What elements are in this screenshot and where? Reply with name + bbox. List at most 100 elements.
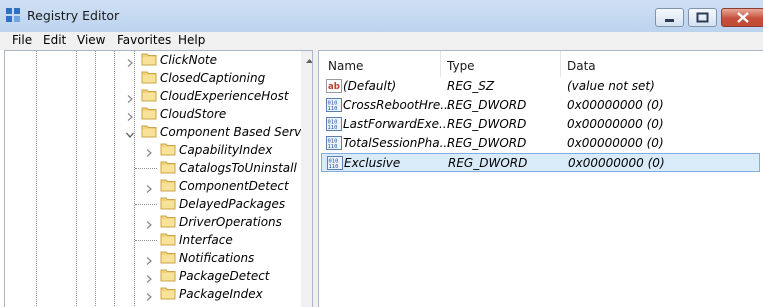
value-type: REG_SZ (447, 79, 495, 93)
svg-text:110: 110 (328, 106, 338, 112)
value-type: REG_DWORD (447, 98, 527, 112)
tree-connector-line (135, 168, 157, 169)
expand-chevron-icon[interactable] (126, 110, 134, 121)
tree-item[interactable]: Notifications (5, 250, 301, 268)
tree-item[interactable]: Component Based Servici (5, 124, 312, 142)
tree-item[interactable]: ClickNote (5, 52, 301, 70)
folder-icon (141, 106, 157, 120)
tree-item[interactable]: DriverOperations (5, 214, 301, 232)
tree-item-label: Component Based Servici (160, 125, 313, 139)
folder-icon (160, 196, 176, 210)
tree-item-label: ClosedCaptioning (160, 71, 266, 85)
dword-value-icon: 010 110 (326, 97, 342, 113)
values-pane[interactable]: Name Type Data ab (Default) REG_SZ (value n… (318, 50, 763, 307)
value-name: LastForwardExe... (343, 117, 451, 131)
folder-icon (160, 232, 176, 246)
folder-icon (160, 250, 176, 264)
tree-item[interactable]: CloudStore (5, 106, 301, 124)
scroll-up-icon[interactable] (301, 53, 313, 70)
menu-favorites[interactable]: Favorites (117, 33, 171, 47)
menu-view[interactable]: View (77, 33, 105, 47)
folder-icon (160, 178, 176, 192)
value-type: REG_DWORD (447, 117, 527, 131)
dword-value-icon: 010 110 (327, 155, 343, 171)
tree-item[interactable]: PackageIndex (5, 286, 301, 304)
value-data: 0x00000000 (0) (568, 156, 665, 170)
value-type: REG_DWORD (447, 136, 527, 150)
tree-item[interactable]: CatalogsToUninstall (5, 160, 301, 178)
tree-item-label: Interface (179, 233, 233, 247)
registry-value-row[interactable]: ab (Default) REG_SZ (value not set) (321, 77, 760, 96)
value-name: TotalSessionPha... (343, 136, 452, 150)
tree-item[interactable]: CapabilityIndex (5, 142, 301, 160)
value-type: REG_DWORD (448, 156, 528, 170)
value-data: 0x00000000 (0) (567, 98, 664, 112)
svg-text:110: 110 (328, 144, 338, 150)
svg-text:110: 110 (328, 125, 338, 131)
tree-scrollbar[interactable] (301, 51, 313, 307)
tree-item-label: CloudStore (160, 107, 227, 121)
tree-connector-line (135, 240, 157, 241)
expand-chevron-icon[interactable] (145, 182, 153, 193)
menu-edit[interactable]: Edit (43, 33, 66, 47)
folder-icon (160, 268, 176, 282)
tree-item-label: ComponentDetect (179, 179, 289, 193)
tree-item-label: ClickNote (160, 53, 217, 67)
dword-value-icon: 010 110 (326, 116, 342, 132)
value-name: CrossRebootHre... (343, 98, 452, 112)
registry-editor-icon (6, 8, 20, 22)
folder-icon (141, 70, 157, 84)
expand-chevron-icon[interactable] (126, 92, 134, 103)
minimize-button[interactable] (655, 8, 684, 27)
expand-chevron-icon[interactable] (145, 146, 153, 157)
close-icon (737, 12, 749, 23)
menu-help[interactable]: Help (178, 33, 205, 47)
tree-item-label: PackageDetect (179, 269, 270, 283)
key-tree-pane[interactable]: ClickNote ClosedCaptioning CloudExperience… (4, 50, 313, 307)
folder-icon (141, 88, 157, 102)
expand-chevron-icon[interactable] (145, 290, 153, 301)
tree-item-label: CloudExperienceHost (160, 89, 289, 103)
tree-item[interactable]: Interface (5, 232, 301, 250)
tree-item-label: CapabilityIndex (179, 143, 273, 157)
column-header-data[interactable]: Data (567, 59, 596, 73)
registry-value-row[interactable]: 010 110 Exclusive REG_DWORD 0x00000000 (0) (321, 153, 760, 172)
value-name: (Default) (343, 79, 397, 93)
column-separator[interactable] (440, 51, 441, 77)
title-bar: Registry Editor (0, 0, 763, 32)
menu-file[interactable]: File (12, 33, 32, 47)
expand-chevron-icon[interactable] (145, 254, 153, 265)
menu-bar: File Edit View Favorites Help (0, 32, 763, 50)
tree-item[interactable]: ClosedCaptioning (5, 70, 301, 88)
folder-icon (160, 214, 176, 228)
registry-value-row[interactable]: 010 110 CrossRebootHre... REG_DWORD 0x000000… (321, 96, 760, 115)
tree-item-label: DelayedPackages (179, 197, 286, 211)
folder-icon (141, 52, 157, 66)
folder-icon (160, 160, 176, 174)
tree-item[interactable]: PackageDetect (5, 268, 301, 286)
tree-item[interactable]: DelayedPackages (5, 196, 301, 214)
column-header-name[interactable]: Name (328, 59, 363, 73)
tree-item[interactable]: ComponentDetect (5, 178, 301, 196)
registry-value-row[interactable]: 010 110 TotalSessionPha... REG_DWORD 0x00000… (321, 134, 760, 153)
dword-value-icon: 010 110 (326, 135, 342, 151)
column-separator[interactable] (560, 51, 561, 77)
expand-chevron-icon[interactable] (145, 218, 153, 229)
maximize-button[interactable] (688, 8, 717, 27)
expand-chevron-icon[interactable] (145, 272, 153, 283)
registry-value-row[interactable]: 010 110 LastForwardExe... REG_DWORD 0x000000… (321, 115, 760, 134)
column-header-type[interactable]: Type (447, 59, 475, 73)
tree-item-label: DriverOperations (179, 215, 282, 229)
folder-icon (160, 286, 176, 300)
close-button[interactable] (721, 8, 763, 27)
expand-chevron-icon[interactable] (126, 56, 134, 67)
folder-icon (160, 142, 176, 156)
svg-text:ab: ab (328, 82, 340, 92)
string-value-icon: ab (326, 78, 342, 94)
tree-item-label: CatalogsToUninstall (179, 161, 297, 175)
tree-item[interactable]: CloudExperienceHost (5, 88, 301, 106)
tree-connector-line (135, 204, 157, 205)
folder-icon (141, 124, 157, 138)
tree-item-label: PackageIndex (179, 287, 263, 301)
collapse-chevron-icon[interactable] (126, 128, 134, 138)
